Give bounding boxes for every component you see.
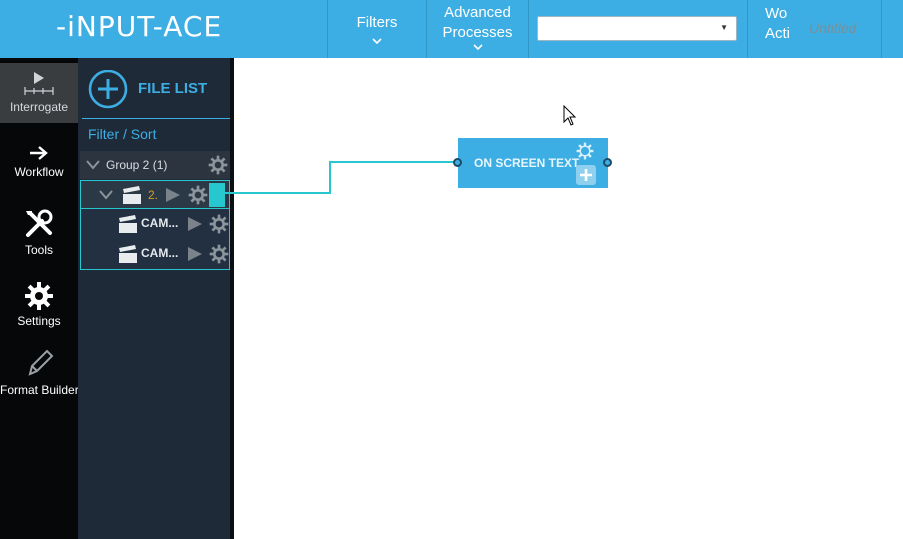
connection-line (222, 161, 458, 194)
on-screen-text-node[interactable]: ON SCREEN TEXT (458, 138, 608, 188)
add-icon[interactable] (576, 165, 596, 190)
node-output-port[interactable] (603, 158, 612, 167)
node-input-port[interactable] (453, 158, 462, 167)
node-title: ON SCREEN TEXT (474, 156, 580, 170)
gear-icon[interactable] (576, 142, 594, 165)
app-window: -iNPUT-ACE Filters Advanced Processes ▼ … (0, 0, 903, 539)
mouse-cursor-icon (563, 105, 577, 126)
